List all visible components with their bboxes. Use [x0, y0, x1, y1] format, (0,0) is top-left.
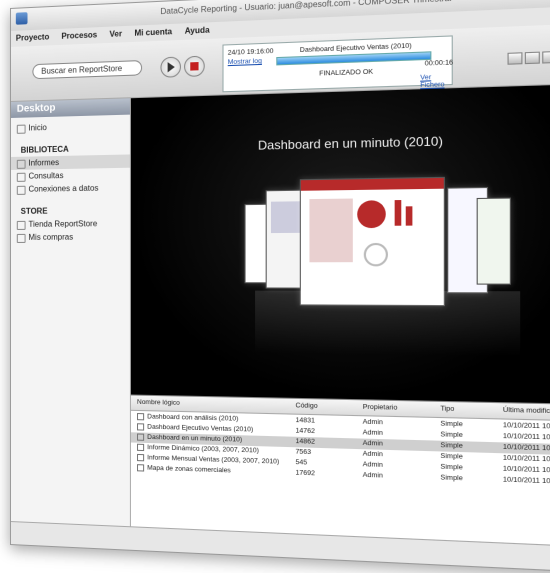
row-type: Simple — [440, 463, 463, 472]
report-preview-panel: Dashboard en un minuto (2010) — [130, 84, 550, 404]
report-icon — [137, 412, 145, 421]
row-owner: Admin — [362, 450, 383, 459]
process-status-panel: 24/10 19:16:00 Dashboard Ejecutivo Venta… — [222, 35, 454, 93]
row-code: 14831 — [295, 416, 315, 425]
sidebar-item-label: Inicio — [28, 123, 47, 133]
col-modified-header[interactable]: Última modificación — [503, 406, 550, 415]
report-icon — [137, 463, 145, 472]
preview-title: Dashboard en un minuto (2010) — [257, 133, 443, 153]
store-icon — [16, 220, 26, 230]
stop-button[interactable] — [184, 55, 205, 78]
filter-icon — [16, 172, 26, 182]
report-icon — [137, 453, 145, 462]
view-file-link[interactable]: Ver Fichero — [420, 73, 451, 89]
status-elapsed: 00:00:16 — [424, 59, 454, 68]
connection-icon — [16, 185, 26, 195]
row-type: Simple — [440, 474, 463, 483]
app-logo-icon — [15, 12, 28, 25]
row-code: 545 — [295, 458, 308, 467]
thumbnail-far-right[interactable] — [476, 197, 511, 285]
row-owner: Admin — [362, 429, 383, 437]
row-modified: 10/10/2011 10:37:31 — [502, 476, 550, 487]
thumbnail-header — [300, 177, 444, 191]
sidebar-item-conexiones[interactable]: Conexiones a datos — [11, 181, 130, 196]
menu-ver[interactable]: Ver — [104, 26, 127, 42]
sidebar-item-label: Informes — [28, 157, 60, 168]
play-button[interactable] — [160, 56, 181, 78]
row-code: 7563 — [295, 448, 312, 457]
thumbnail-bar-1 — [394, 200, 402, 226]
row-name: Dashboard en un minuto (2010) — [147, 433, 243, 444]
menu-procesos[interactable]: Procesos — [56, 27, 102, 44]
show-log-link[interactable]: Mostrar log — [228, 58, 262, 67]
sidebar-item-inicio[interactable]: Inicio — [11, 119, 130, 135]
report-icon — [137, 443, 145, 451]
row-type: Simple — [440, 441, 463, 450]
app-window: DataCycle Reporting - Usuario: juan@apes… — [10, 0, 550, 573]
purchases-icon — [16, 233, 26, 243]
view-button-3[interactable] — [542, 50, 550, 64]
col-owner-header[interactable]: Propietario — [363, 404, 398, 412]
sidebar-section-label: STORE — [20, 206, 48, 216]
row-type: Simple — [440, 420, 463, 429]
sidebar-item-label: Consultas — [28, 171, 64, 181]
status-time: 24/10 19:16:00 — [227, 47, 274, 57]
search-input[interactable]: Buscar en ReportStore — [32, 60, 143, 80]
row-code: 14862 — [295, 437, 315, 446]
row-code: 17692 — [295, 469, 315, 478]
row-type: Simple — [440, 430, 463, 440]
sidebar-item-tienda[interactable]: Tienda ReportStore — [11, 217, 130, 231]
thumbnail-table — [309, 198, 353, 263]
sidebar: Desktop Inicio BIBLIOTECA Informes Consu… — [10, 98, 131, 528]
thumbnail-pie — [357, 200, 386, 229]
thumbnail-gauge — [363, 242, 388, 267]
row-name: Dashboard Ejecutivo Ventas (2010) — [147, 423, 254, 434]
view-buttons — [505, 48, 550, 70]
row-name: Mapa de zonas comerciales — [147, 464, 231, 475]
sidebar-item-label: Tienda ReportStore — [28, 219, 98, 229]
thumbnail-bar-2 — [405, 206, 413, 226]
row-owner: Admin — [362, 439, 383, 448]
report-icon — [16, 159, 26, 169]
menu-mi-cuenta[interactable]: Mi cuenta — [129, 24, 177, 41]
sidebar-item-mis-compras[interactable]: Mis compras — [11, 230, 130, 244]
sidebar-section-store: STORE — [11, 203, 130, 218]
row-owner: Admin — [362, 418, 383, 427]
sidebar-item-label: Conexiones a datos — [28, 183, 99, 194]
menu-proyecto[interactable]: Proyecto — [11, 29, 54, 46]
sidebar-item-label: Mis compras — [28, 232, 74, 242]
view-button-1[interactable] — [507, 52, 523, 65]
view-button-2[interactable] — [524, 51, 540, 65]
home-icon — [16, 124, 26, 134]
row-owner: Admin — [362, 471, 383, 480]
reflection — [255, 290, 521, 357]
sidebar-section-label: BIBLIOTECA — [20, 144, 69, 155]
col-type-header[interactable]: Tipo — [440, 405, 454, 413]
row-name: Dashboard con análisis (2010) — [147, 413, 239, 423]
col-name-header[interactable]: Nombre lógico — [137, 399, 180, 407]
report-icon — [137, 433, 145, 441]
col-code-header[interactable]: Código — [295, 402, 317, 410]
reports-table: Nombre lógico Código Propietario Tipo Úl… — [130, 394, 550, 548]
row-type: Simple — [440, 452, 463, 461]
sidebar-header: Desktop — [10, 98, 130, 118]
row-code: 14762 — [295, 427, 315, 436]
report-icon — [137, 423, 145, 431]
thumbnail-center[interactable] — [299, 176, 445, 307]
menu-ayuda[interactable]: Ayuda — [180, 22, 215, 39]
status-result: FINALIZADO OK — [319, 68, 374, 78]
row-owner: Admin — [362, 460, 383, 469]
